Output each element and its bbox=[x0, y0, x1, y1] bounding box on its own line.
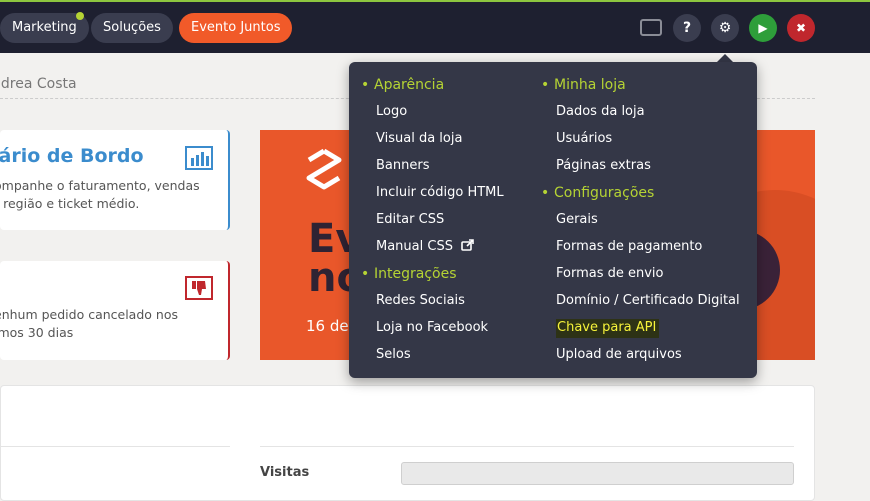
menu-item-visual-da-loja[interactable]: Visual da loja bbox=[361, 128, 504, 155]
screen-icon[interactable] bbox=[640, 19, 662, 36]
evento-juntos-button[interactable]: Evento Juntos bbox=[179, 13, 293, 43]
menu-item-dominio-certificado[interactable]: Domínio / Certificado Digital bbox=[541, 290, 740, 317]
visitas-bar bbox=[401, 462, 794, 485]
bar-chart-icon bbox=[185, 146, 213, 170]
external-link-icon bbox=[461, 239, 474, 251]
card-text-line-2: r região e ticket médio. bbox=[0, 196, 140, 211]
panel-divider-right bbox=[260, 446, 794, 447]
card-text-line-2: imos 30 dias bbox=[0, 325, 74, 340]
menu-item-banners[interactable]: Banners bbox=[361, 155, 504, 182]
menu-item-formas-de-pagamento[interactable]: Formas de pagamento bbox=[541, 236, 740, 263]
section-integracoes: Integrações bbox=[361, 263, 504, 290]
visitas-label: Visitas bbox=[260, 465, 310, 480]
menu-item-redes-sociais[interactable]: Redes Sociais bbox=[361, 290, 504, 317]
card-text-line-1: enhum pedido cancelado nos bbox=[0, 307, 178, 322]
menu-item-gerais[interactable]: Gerais bbox=[541, 209, 740, 236]
card-title: iário de Bordo bbox=[0, 145, 144, 167]
brand-logo bbox=[306, 148, 342, 190]
notification-dot bbox=[75, 12, 84, 20]
menu-item-logo[interactable]: Logo bbox=[361, 101, 504, 128]
gear-icon[interactable]: ⚙ bbox=[711, 14, 739, 42]
marketing-button[interactable]: Marketing bbox=[0, 12, 89, 43]
top-bar: Marketing Soluções Evento Juntos ? ⚙ ▶ ✖ bbox=[0, 0, 870, 53]
menu-item-upload-de-arquivos[interactable]: Upload de arquivos bbox=[541, 344, 740, 371]
menu-item-formas-de-envio[interactable]: Formas de envio bbox=[541, 263, 740, 290]
solucoes-label: Soluções bbox=[103, 20, 161, 35]
menu-item-loja-no-facebook[interactable]: Loja no Facebook bbox=[361, 317, 504, 344]
play-icon[interactable]: ▶ bbox=[749, 14, 777, 42]
menu-column-left: Aparência Logo Visual da loja Banners In… bbox=[361, 74, 504, 371]
section-aparencia: Aparência bbox=[361, 74, 504, 101]
menu-item-manual-css[interactable]: Manual CSS bbox=[361, 236, 504, 263]
solucoes-button[interactable]: Soluções bbox=[91, 13, 173, 43]
evento-juntos-label: Evento Juntos bbox=[191, 20, 281, 35]
section-minha-loja: Minha loja bbox=[541, 74, 740, 101]
menu-item-incluir-codigo-html[interactable]: Incluir código HTML bbox=[361, 182, 504, 209]
user-name: ndrea Costa bbox=[0, 76, 77, 92]
menu-item-selos[interactable]: Selos bbox=[361, 344, 504, 371]
card-text-line-1: ompanhe o faturamento, vendas bbox=[0, 178, 200, 193]
section-configuracoes: Configurações bbox=[541, 182, 740, 209]
menu-item-paginas-extras[interactable]: Páginas extras bbox=[541, 155, 740, 182]
settings-menu: Aparência Logo Visual da loja Banners In… bbox=[349, 62, 757, 378]
banner-date: 16 de bbox=[306, 317, 349, 335]
panel-divider-left bbox=[0, 446, 230, 447]
menu-item-chave-para-api[interactable]: Chave para API bbox=[541, 317, 740, 344]
close-icon[interactable]: ✖ bbox=[787, 14, 815, 42]
thumbs-down-icon bbox=[185, 276, 213, 300]
diario-bordo-card[interactable]: iário de Bordo ompanhe o faturamento, ve… bbox=[0, 130, 230, 230]
menu-item-usuarios[interactable]: Usuários bbox=[541, 128, 740, 155]
menu-item-dados-da-loja[interactable]: Dados da loja bbox=[541, 101, 740, 128]
menu-column-right: Minha loja Dados da loja Usuários Página… bbox=[541, 74, 740, 371]
menu-item-editar-css[interactable]: Editar CSS bbox=[361, 209, 504, 236]
pedidos-cancelados-card[interactable]: enhum pedido cancelado nos imos 30 dias bbox=[0, 261, 230, 360]
help-icon[interactable]: ? bbox=[673, 14, 701, 42]
marketing-label: Marketing bbox=[12, 20, 77, 35]
